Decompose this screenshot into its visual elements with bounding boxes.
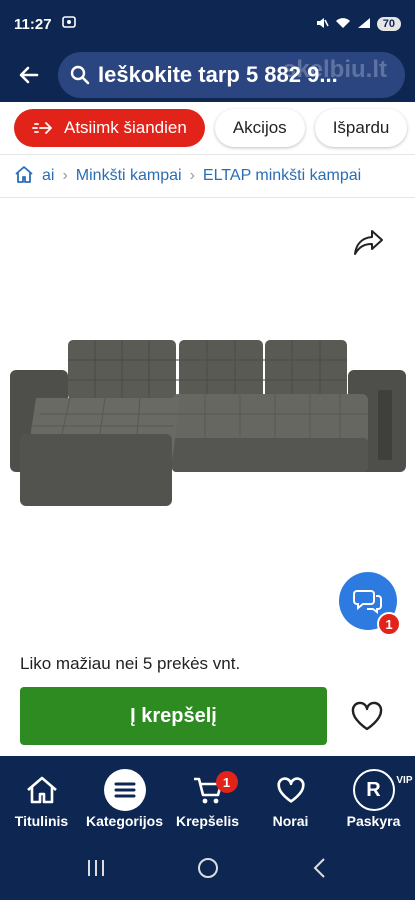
nav-label: Norai [272, 813, 309, 829]
menu-icon [114, 782, 135, 798]
recents-button[interactable] [85, 858, 107, 883]
favorite-button[interactable] [350, 700, 384, 734]
screen: 11:27 70 Ieškokite tarp 5 882 9... skelb… [0, 0, 415, 900]
chip-label: Akcijos [232, 118, 287, 137]
nav-home[interactable]: Titulinis [0, 756, 83, 840]
nav-label: Paskyra [346, 813, 401, 829]
nav-account[interactable]: R VIP Paskyra [332, 756, 415, 840]
product-gallery[interactable]: 1 [0, 198, 415, 642]
heart-icon [276, 777, 305, 803]
chevron-right-icon: › [189, 167, 195, 184]
system-nav-bar [0, 840, 415, 900]
stock-notice: Liko mažiau nei 5 prekės vnt. [20, 654, 241, 673]
chat-button[interactable]: 1 [339, 572, 401, 636]
chevron-right-icon: › [62, 167, 68, 184]
arrow-left-icon [19, 66, 39, 84]
status-icons: 70 [315, 16, 401, 33]
chip-label: Išpardu [332, 118, 390, 137]
home-icon [26, 776, 57, 804]
breadcrumb: ai › Minkšti kampai › ELTAP minkšti kamp… [0, 154, 415, 198]
screenshot-icon [61, 15, 76, 33]
battery-level: 70 [376, 17, 401, 31]
search-input[interactable]: Ieškokite tarp 5 882 9... skelbiu.lt [58, 52, 405, 98]
breadcrumb-item[interactable]: Minkšti kampai [76, 167, 182, 185]
chip-label: Atsiimk šiandien [64, 118, 187, 137]
breadcrumb-item[interactable]: ELTAP minkšti kampai [203, 167, 361, 185]
bottom-nav: Titulinis Kategorijos 1 Krepšelis Norai [0, 756, 415, 840]
back-system-button[interactable] [310, 857, 330, 884]
share-icon [354, 230, 383, 255]
nav-cart[interactable]: 1 Krepšelis [166, 756, 249, 840]
pickup-arrow-icon [32, 122, 52, 134]
wifi-icon [335, 17, 351, 32]
home-system-button[interactable] [196, 856, 220, 885]
nav-label: Kategorijos [85, 813, 163, 829]
brand-watermark: skelbiu.lt [282, 56, 387, 83]
avatar-initial: R [366, 778, 381, 801]
chip-sale[interactable]: Išpardu [314, 109, 408, 147]
nav-wishlist[interactable]: Norai [249, 756, 332, 840]
chat-badge: 1 [377, 612, 401, 636]
share-button[interactable] [353, 228, 385, 263]
breadcrumb-item[interactable]: ai [42, 167, 54, 185]
status-bar: 11:27 70 [0, 0, 415, 48]
app-header: Ieškokite tarp 5 882 9... skelbiu.lt [0, 48, 415, 102]
search-icon [70, 65, 90, 85]
chip-promotions[interactable]: Akcijos [214, 109, 305, 147]
vip-badge: VIP [396, 775, 413, 786]
filter-chips: Atsiimk šiandien Akcijos Išpardu [0, 102, 415, 154]
chat-icon [353, 590, 382, 614]
status-time: 11:27 [14, 15, 52, 33]
add-to-cart-button[interactable]: Į krepšelį [20, 687, 327, 745]
chevron-left-icon [313, 857, 325, 878]
nav-label: Krepšelis [175, 813, 240, 829]
circle-home-icon [198, 857, 219, 878]
signal-icon [357, 17, 371, 32]
nav-label: Titulinis [14, 813, 69, 829]
cart-badge: 1 [215, 771, 238, 793]
chip-pickup-today[interactable]: Atsiimk šiandien [14, 109, 205, 147]
recents-icon [87, 859, 104, 876]
back-button[interactable] [10, 56, 48, 94]
home-icon[interactable] [14, 165, 34, 188]
profile-icon: R [352, 769, 395, 811]
nav-categories[interactable]: Kategorijos [83, 756, 166, 840]
heart-outline-icon [351, 701, 383, 731]
mute-icon [315, 16, 329, 33]
